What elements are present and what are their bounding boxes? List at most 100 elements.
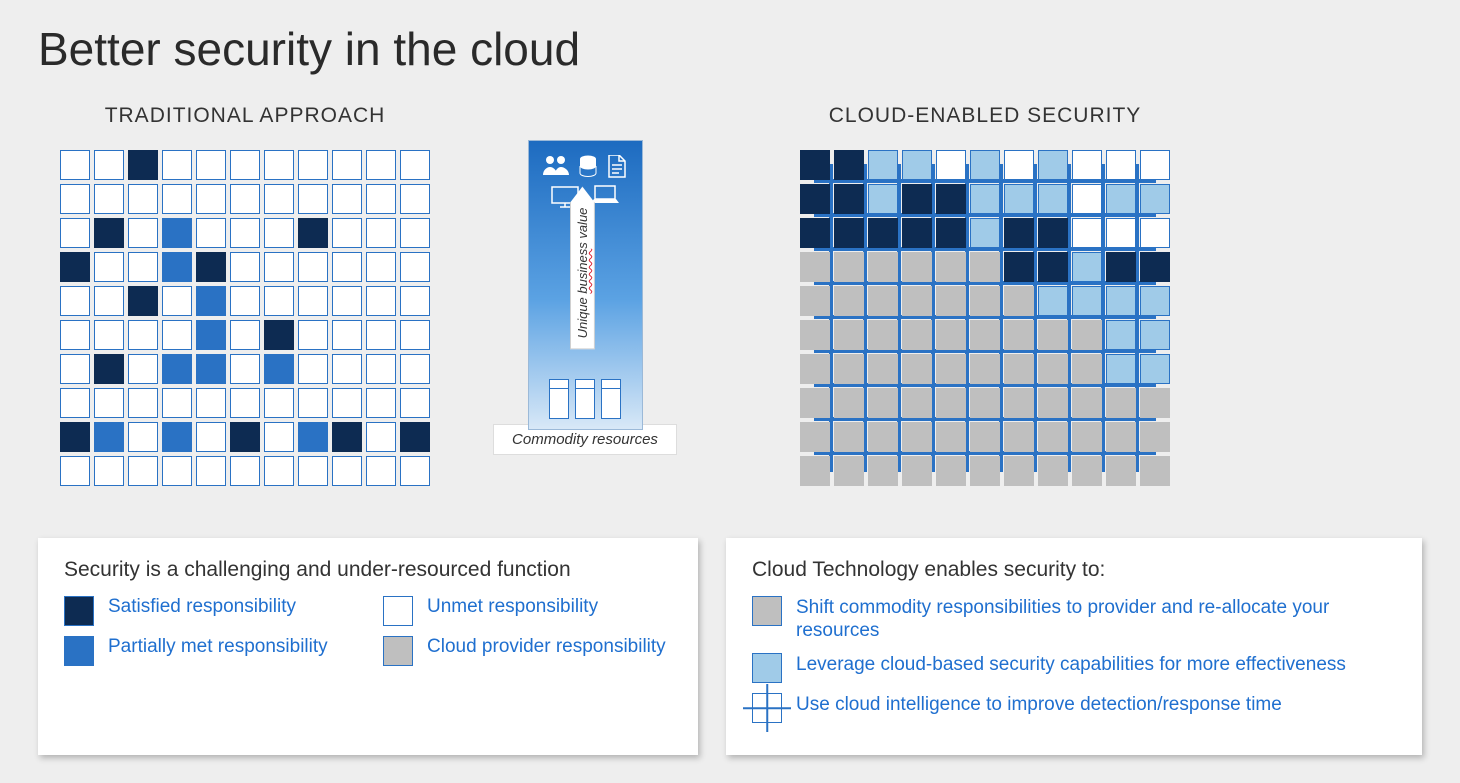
- grid-cell: [298, 456, 328, 486]
- grid-cell: [1072, 456, 1102, 486]
- grid-cell: [1106, 320, 1136, 350]
- legend-item-provider: Cloud provider responsibility: [383, 636, 672, 666]
- grid-cell: [902, 422, 932, 452]
- grid-cell: [128, 354, 158, 384]
- grid-cell: [332, 150, 362, 180]
- grid-cell: [264, 150, 294, 180]
- grid-cell: [970, 456, 1000, 486]
- grid-cell: [1072, 422, 1102, 452]
- cloud-column: CLOUD-ENABLED SECURITY: [780, 104, 1190, 486]
- grid-cell: [366, 218, 396, 248]
- traditional-heading: TRADITIONAL APPROACH: [105, 104, 386, 128]
- grid-cell: [400, 354, 430, 384]
- grid-cell: [868, 252, 898, 282]
- grid-cell: [1140, 252, 1170, 282]
- grid-cell: [298, 184, 328, 214]
- grid-cell: [230, 286, 260, 316]
- grid-cell: [1106, 184, 1136, 214]
- grid-cell: [298, 354, 328, 384]
- grid-cell: [1106, 388, 1136, 418]
- grid-cell: [1072, 286, 1102, 316]
- grid-cell: [1038, 218, 1068, 248]
- grid-cell: [1072, 354, 1102, 384]
- grid-cell: [1140, 320, 1170, 350]
- server-icon: [549, 379, 569, 419]
- grid-cell: [94, 422, 124, 452]
- legend-item-satisfied: Satisfied responsibility: [64, 596, 353, 626]
- grid-cell: [332, 218, 362, 248]
- grid-cell: [1140, 388, 1170, 418]
- grid-cell: [298, 422, 328, 452]
- grid-cell: [1004, 252, 1034, 282]
- grid-cell: [1106, 150, 1136, 180]
- grid-cell: [936, 286, 966, 316]
- laptop-icon: [590, 185, 620, 205]
- legend-swatch: [64, 636, 94, 666]
- grid-cell: [230, 354, 260, 384]
- grid-cell: [834, 354, 864, 384]
- grid-cell: [128, 456, 158, 486]
- grid-cell: [868, 422, 898, 452]
- benefits-card-title: Cloud Technology enables security to:: [752, 558, 1396, 582]
- grid-cell: [1004, 388, 1034, 418]
- legend-label: Cloud provider responsibility: [427, 636, 666, 658]
- grid-cell: [400, 218, 430, 248]
- grid-cell: [196, 184, 226, 214]
- grid-cell: [332, 320, 362, 350]
- traditional-column: TRADITIONAL APPROACH: [40, 104, 450, 486]
- grid-cell: [1140, 218, 1170, 248]
- legend-label: Satisfied responsibility: [108, 596, 296, 618]
- grid-cell: [902, 354, 932, 384]
- grid-cell: [1072, 218, 1102, 248]
- grid-cell: [1038, 286, 1068, 316]
- diagram-columns: TRADITIONAL APPROACH Unique business val…: [0, 76, 1460, 486]
- grid-cell: [800, 184, 830, 214]
- grid-cell: [970, 286, 1000, 316]
- legend-label: Unmet responsibility: [427, 596, 598, 618]
- grid-cell: [332, 456, 362, 486]
- grid-cell: [332, 354, 362, 384]
- grid-cell: [1004, 218, 1034, 248]
- grid-cell: [1106, 422, 1136, 452]
- grid-cell: [94, 388, 124, 418]
- grid-cell: [366, 422, 396, 452]
- grid-cell: [128, 184, 158, 214]
- page-title: Better security in the cloud: [0, 0, 1460, 76]
- legend-grid: Satisfied responsibility Unmet responsibi…: [64, 596, 672, 666]
- grid-cell: [196, 388, 226, 418]
- grid-cell: [902, 252, 932, 282]
- grid-cell: [1004, 320, 1034, 350]
- grid-cell: [834, 320, 864, 350]
- grid-cell: [1140, 456, 1170, 486]
- grid-cell: [128, 218, 158, 248]
- grid-cell: [332, 184, 362, 214]
- grid-cell: [1140, 184, 1170, 214]
- legend-item-partial: Partially met responsibility: [64, 636, 353, 666]
- benefit-label: Shift commodity responsibilities to prov…: [796, 596, 1396, 644]
- grid-cell: [868, 150, 898, 180]
- grid-cell: [298, 150, 328, 180]
- grid-cell: [230, 218, 260, 248]
- grid-cell: [60, 422, 90, 452]
- grid-cell: [196, 320, 226, 350]
- grid-cell: [936, 150, 966, 180]
- grid-cell: [1140, 150, 1170, 180]
- grid-cell: [902, 150, 932, 180]
- grid-cell: [60, 456, 90, 486]
- server-icons: [529, 379, 642, 419]
- grid-cell: [230, 456, 260, 486]
- legend-card: Security is a challenging and under-reso…: [38, 538, 698, 756]
- grid-cell: [902, 320, 932, 350]
- grid-cell: [264, 388, 294, 418]
- grid-cell: [196, 286, 226, 316]
- grid-cell: [60, 388, 90, 418]
- grid-cell: [1004, 184, 1034, 214]
- grid-cell: [834, 388, 864, 418]
- grid-cell: [162, 252, 192, 282]
- benefit-item: Use cloud intelligence to improve detect…: [752, 693, 1396, 723]
- grid-cell: [298, 286, 328, 316]
- grid-cell: [128, 422, 158, 452]
- grid-cell: [60, 184, 90, 214]
- grid-cell: [128, 388, 158, 418]
- grid-cell: [162, 354, 192, 384]
